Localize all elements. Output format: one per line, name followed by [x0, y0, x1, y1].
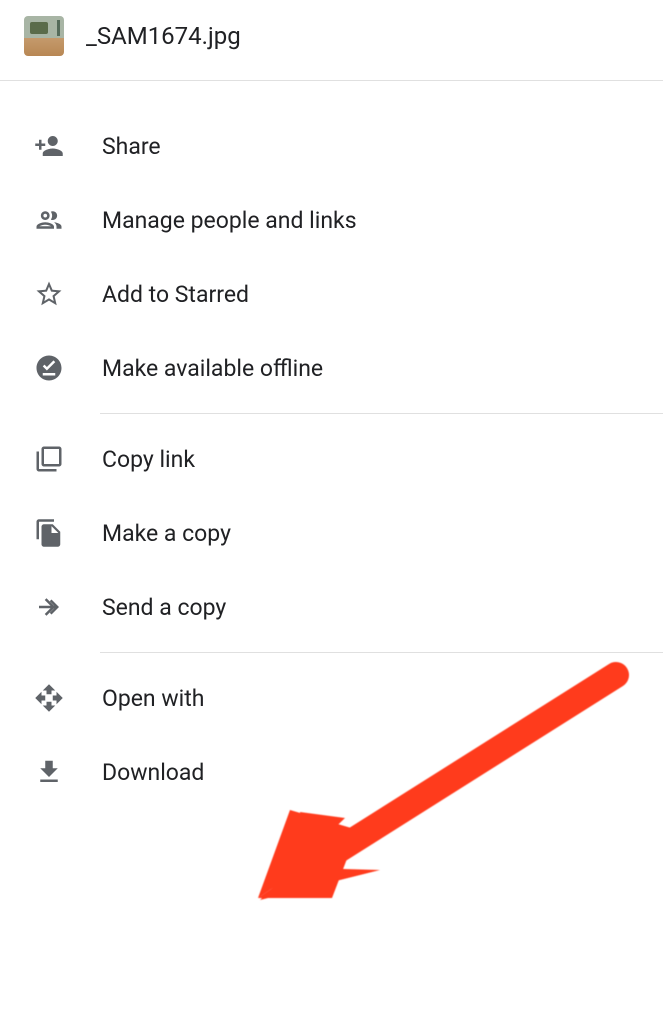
add-to-starred-label: Add to Starred: [102, 281, 249, 308]
make-copy-label: Make a copy: [102, 520, 231, 547]
person-add-icon: [34, 131, 64, 161]
menu-divider: [100, 413, 663, 414]
open-with-item[interactable]: Open with: [0, 661, 663, 735]
star-outline-icon: [34, 279, 64, 309]
file-copy-icon: [34, 518, 64, 548]
share-label: Share: [102, 133, 161, 160]
people-icon: [34, 205, 64, 235]
open-with-icon: [34, 683, 64, 713]
add-to-starred-item[interactable]: Add to Starred: [0, 257, 663, 331]
manage-people-label: Manage people and links: [102, 207, 357, 234]
copy-link-label: Copy link: [102, 446, 195, 473]
open-with-label: Open with: [102, 685, 204, 712]
download-icon: [34, 757, 64, 787]
available-offline-item[interactable]: Make available offline: [0, 331, 663, 405]
copy-link-icon: [34, 444, 64, 474]
menu-divider: [100, 652, 663, 653]
context-menu: Share Manage people and links Add to Sta…: [0, 81, 663, 809]
send-icon: [34, 592, 64, 622]
manage-people-item[interactable]: Manage people and links: [0, 183, 663, 257]
offline-pin-icon: [34, 353, 64, 383]
send-copy-label: Send a copy: [102, 594, 226, 621]
file-header: _SAM1674.jpg: [0, 0, 663, 81]
send-copy-item[interactable]: Send a copy: [0, 570, 663, 644]
make-copy-item[interactable]: Make a copy: [0, 496, 663, 570]
file-name: _SAM1674.jpg: [86, 22, 241, 50]
share-item[interactable]: Share: [0, 109, 663, 183]
available-offline-label: Make available offline: [102, 355, 323, 382]
copy-link-item[interactable]: Copy link: [0, 422, 663, 496]
file-thumbnail: [24, 16, 64, 56]
download-item[interactable]: Download: [0, 735, 663, 809]
download-label: Download: [102, 759, 204, 786]
